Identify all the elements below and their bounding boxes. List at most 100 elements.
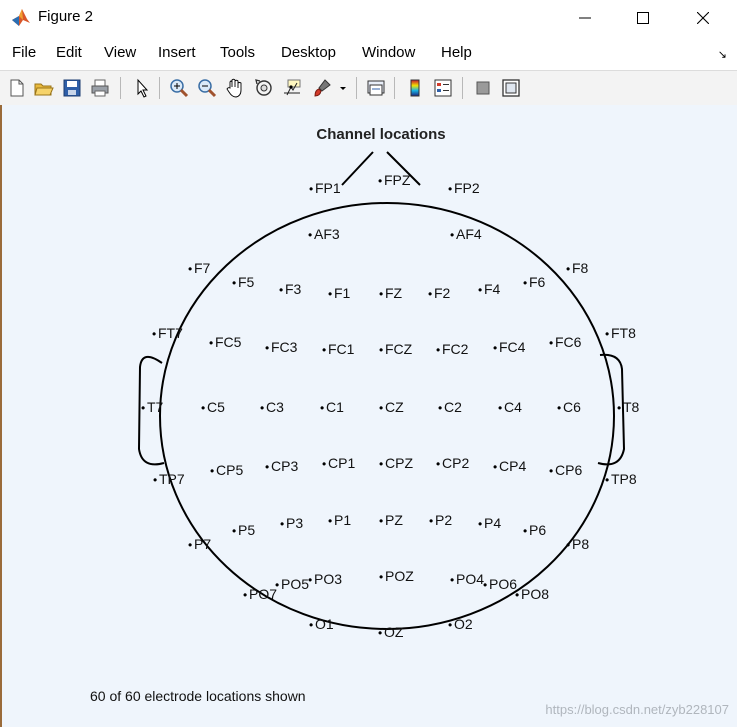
brush-dropdown-button[interactable] xyxy=(337,77,349,99)
zoom-out-button[interactable] xyxy=(196,77,218,99)
show-plot-tools-button[interactable] xyxy=(500,77,522,99)
electrode-count-caption: 60 of 60 electrode locations shown xyxy=(90,688,306,704)
rotate-3d-button[interactable] xyxy=(253,77,275,99)
save-icon xyxy=(63,79,81,97)
toolbar-separator xyxy=(120,77,121,99)
electrode-label: F8 xyxy=(572,260,589,276)
electrode-af3: • AF3 xyxy=(308,226,340,242)
link-plot-button[interactable] xyxy=(365,77,387,99)
maximize-icon xyxy=(637,12,649,24)
open-file-button[interactable] xyxy=(33,77,55,99)
electrode-marker: • xyxy=(605,473,609,487)
electrode-label: F7 xyxy=(194,260,211,276)
maximize-button[interactable] xyxy=(618,0,668,36)
electrode-marker: • xyxy=(201,401,205,415)
figure-canvas[interactable]: Channel locations • FP1 • FPZ • FP2 • AF3 • AF4 • F… xyxy=(0,105,737,727)
menu-window[interactable]: Window xyxy=(362,44,415,61)
electrode-label: CP2 xyxy=(442,455,469,471)
menu-desktop[interactable]: Desktop xyxy=(281,44,336,61)
title-bar: Figure 2 xyxy=(0,0,737,36)
electrode-marker: • xyxy=(566,538,570,552)
new-figure-button[interactable] xyxy=(6,77,28,99)
electrode-po7: • PO7 xyxy=(243,586,277,602)
print-icon xyxy=(91,79,109,97)
window-title: Figure 2 xyxy=(38,8,94,25)
electrode-label: P7 xyxy=(194,536,211,552)
electrode-label: POZ xyxy=(385,568,414,584)
electrode-fcz: • FCZ xyxy=(379,341,413,357)
electrode-fpz: • FPZ xyxy=(378,172,411,188)
electrode-t7: • T7 xyxy=(141,399,164,415)
menu-insert[interactable]: Insert xyxy=(158,44,196,61)
electrode-marker: • xyxy=(617,401,621,415)
electrode-marker: • xyxy=(265,341,269,355)
electrode-label: T8 xyxy=(623,399,640,415)
electrode-marker: • xyxy=(275,578,279,592)
print-button[interactable] xyxy=(89,77,111,99)
electrode-marker: • xyxy=(379,343,383,357)
pan-button[interactable] xyxy=(224,77,246,99)
minimize-button[interactable] xyxy=(560,0,610,36)
electrode-label: F2 xyxy=(434,285,451,301)
electrode-label: O1 xyxy=(315,616,334,632)
show-plot-tools-icon xyxy=(502,79,520,97)
electrode-label: AF4 xyxy=(456,226,482,242)
electrode-c2: • C2 xyxy=(438,399,462,415)
menu-help[interactable]: Help xyxy=(441,44,472,61)
electrode-cpz: • CPZ xyxy=(379,455,413,471)
menu-file[interactable]: File xyxy=(12,44,36,61)
insert-legend-button[interactable] xyxy=(432,77,454,99)
electrode-cp4: • CP4 xyxy=(493,458,526,474)
electrode-label: CP4 xyxy=(499,458,526,474)
electrode-marker: • xyxy=(243,588,247,602)
data-cursor-button[interactable] xyxy=(281,77,303,99)
electrode-marker: • xyxy=(309,182,313,196)
electrode-fc4: • FC4 xyxy=(493,339,526,355)
electrode-p6: • P6 xyxy=(523,522,546,538)
electrode-marker: • xyxy=(322,457,326,471)
electrode-t8: • T8 xyxy=(617,399,640,415)
electrode-marker: • xyxy=(483,578,487,592)
electrode-marker: • xyxy=(279,283,283,297)
hide-plot-tools-button[interactable] xyxy=(472,77,494,99)
zoom-in-button[interactable] xyxy=(168,77,190,99)
electrode-marker: • xyxy=(320,401,324,415)
electrode-marker: • xyxy=(436,457,440,471)
electrode-fc5: • FC5 xyxy=(209,334,242,350)
electrode-label: OZ xyxy=(384,624,404,640)
electrode-o1: • O1 xyxy=(309,616,334,632)
menu-view[interactable]: View xyxy=(104,44,136,61)
electrode-label: F6 xyxy=(529,274,546,290)
electrode-tp7: • TP7 xyxy=(153,471,185,487)
insert-colorbar-button[interactable] xyxy=(404,77,426,99)
electrode-marker: • xyxy=(210,464,214,478)
electrode-po6: • PO6 xyxy=(483,576,517,592)
electrode-label: FP1 xyxy=(315,180,341,196)
electrode-marker: • xyxy=(566,262,570,276)
electrode-p1: • P1 xyxy=(328,512,351,528)
menu-edit[interactable]: Edit xyxy=(56,44,82,61)
electrode-label: FPZ xyxy=(384,172,411,188)
dock-arrow-icon[interactable]: ↘ xyxy=(718,48,727,61)
electrode-tp8: • TP8 xyxy=(605,471,637,487)
brush-button[interactable] xyxy=(311,77,333,99)
plot-title: Channel locations xyxy=(316,126,445,143)
save-button[interactable] xyxy=(61,77,83,99)
electrode-marker: • xyxy=(515,588,519,602)
electrode-label: PO7 xyxy=(249,586,277,602)
electrode-label: P8 xyxy=(572,536,589,552)
data-cursor-icon xyxy=(284,79,301,96)
electrode-po3: • PO3 xyxy=(308,571,342,587)
electrode-label: O2 xyxy=(454,616,473,632)
electrode-marker: • xyxy=(379,401,383,415)
edit-plot-button[interactable] xyxy=(131,77,153,99)
electrode-label: CPZ xyxy=(385,455,413,471)
electrode-fc2: • FC2 xyxy=(436,341,469,357)
menu-tools[interactable]: Tools xyxy=(220,44,255,61)
electrode-label: C5 xyxy=(207,399,225,415)
electrode-label: F1 xyxy=(334,285,351,301)
close-button[interactable] xyxy=(678,0,728,36)
electrode-cp2: • CP2 xyxy=(436,455,469,471)
electrode-marker: • xyxy=(188,262,192,276)
head-outline xyxy=(159,202,615,630)
